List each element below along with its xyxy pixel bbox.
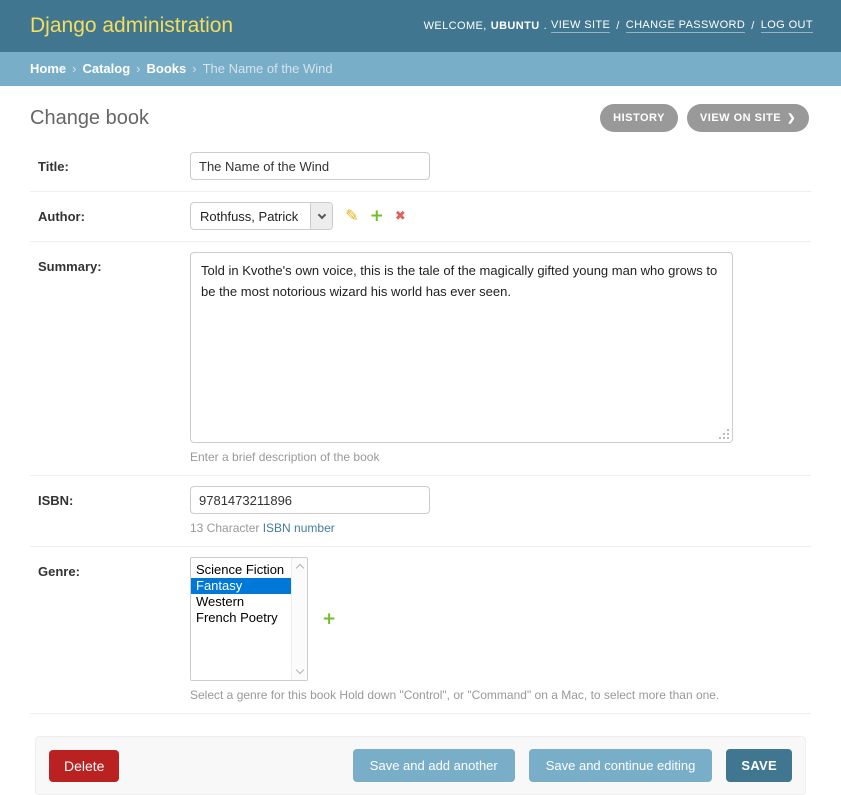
- author-select[interactable]: Rothfuss, Patrick: [190, 202, 333, 230]
- form-row-author: Author: Rothfuss, Patrick ✎ + ✖: [30, 192, 811, 242]
- isbn-help-text: 13 Character ISBN number: [190, 521, 430, 535]
- history-button[interactable]: HISTORY: [600, 104, 678, 132]
- genre-help-text: Select a genre for this book Hold down "…: [190, 688, 719, 702]
- page-title: Change book: [30, 107, 149, 130]
- breadcrumb-separator: ›: [72, 61, 76, 76]
- welcome-text: WELCOME,: [424, 20, 487, 32]
- welcome-suffix: .: [544, 20, 547, 32]
- genre-label: Genre:: [30, 557, 190, 579]
- admin-header: Django administration WELCOME, UBUNTU. V…: [0, 0, 841, 52]
- save-and-add-another-button[interactable]: Save and add another: [353, 749, 515, 782]
- breadcrumb-separator: ›: [136, 61, 140, 76]
- scroll-down-icon[interactable]: [295, 666, 303, 674]
- genre-options-list: Science Fiction Fantasy Western French P…: [191, 558, 291, 680]
- form-row-title: Title:: [30, 142, 811, 192]
- view-site-link[interactable]: VIEW SITE: [551, 19, 610, 33]
- chevron-right-icon: ❯: [787, 113, 796, 124]
- site-title[interactable]: Django administration: [30, 14, 233, 38]
- breadcrumb: Home › Catalog › Books › The Name of the…: [0, 52, 841, 86]
- isbn-label: ISBN:: [30, 486, 190, 508]
- save-button[interactable]: SAVE: [726, 749, 792, 782]
- breadcrumb-separator: ›: [192, 61, 196, 76]
- delete-author-icon[interactable]: ✖: [395, 210, 406, 223]
- submit-row: Delete Save and add another Save and con…: [35, 736, 806, 795]
- breadcrumb-catalog[interactable]: Catalog: [82, 61, 130, 76]
- main-content: Change book HISTORY VIEW ON SITE ❯ Title…: [0, 104, 841, 714]
- view-on-site-button[interactable]: VIEW ON SITE ❯: [687, 104, 809, 132]
- view-on-site-label: VIEW ON SITE: [700, 112, 781, 124]
- genre-option[interactable]: French Poetry: [191, 610, 291, 626]
- add-author-icon[interactable]: +: [370, 208, 384, 225]
- isbn-number-link[interactable]: ISBN number: [263, 521, 335, 535]
- breadcrumb-home[interactable]: Home: [30, 61, 66, 76]
- isbn-input[interactable]: [190, 486, 430, 514]
- genre-option[interactable]: Science Fiction: [191, 562, 291, 578]
- delete-button[interactable]: Delete: [49, 750, 119, 782]
- edit-author-icon[interactable]: ✎: [345, 208, 358, 224]
- genre-option[interactable]: Western: [191, 594, 291, 610]
- chevron-down-icon: [318, 210, 326, 218]
- form-row-genre: Genre: Science Fiction Fantasy Western F…: [30, 547, 811, 714]
- user-tools: WELCOME, UBUNTU. VIEW SITE / CHANGE PASS…: [424, 19, 813, 33]
- form-row-summary: Summary: Told in Kvothe's own voice, thi…: [30, 242, 811, 476]
- resize-grip-icon[interactable]: [727, 437, 729, 439]
- isbn-help-prefix: 13 Character: [190, 521, 263, 535]
- genre-option[interactable]: Fantasy: [191, 578, 291, 594]
- link-separator: /: [751, 20, 754, 32]
- author-label: Author:: [30, 202, 190, 224]
- summary-label: Summary:: [30, 252, 190, 274]
- summary-help-text: Enter a brief description of the book: [190, 450, 733, 464]
- genre-multiselect[interactable]: Science Fiction Fantasy Western French P…: [190, 557, 308, 681]
- username: UBUNTU: [491, 20, 540, 32]
- save-and-continue-button[interactable]: Save and continue editing: [529, 749, 713, 782]
- scroll-up-icon[interactable]: [295, 564, 303, 572]
- title-input[interactable]: [190, 152, 430, 180]
- summary-textarea[interactable]: Told in Kvothe's own voice, this is the …: [190, 252, 733, 443]
- genre-scrollbar[interactable]: [291, 558, 307, 680]
- author-selected-value: Rothfuss, Patrick: [191, 203, 310, 229]
- breadcrumb-books[interactable]: Books: [146, 61, 186, 76]
- title-label: Title:: [30, 152, 190, 174]
- form-row-isbn: ISBN: 13 Character ISBN number: [30, 476, 811, 547]
- link-separator: /: [616, 20, 619, 32]
- log-out-link[interactable]: LOG OUT: [761, 19, 813, 33]
- select-dropdown-button[interactable]: [310, 203, 332, 229]
- change-password-link[interactable]: CHANGE PASSWORD: [626, 19, 745, 33]
- breadcrumb-current-page: The Name of the Wind: [203, 61, 333, 76]
- add-genre-icon[interactable]: +: [322, 611, 336, 628]
- object-tools: HISTORY VIEW ON SITE ❯: [600, 104, 809, 132]
